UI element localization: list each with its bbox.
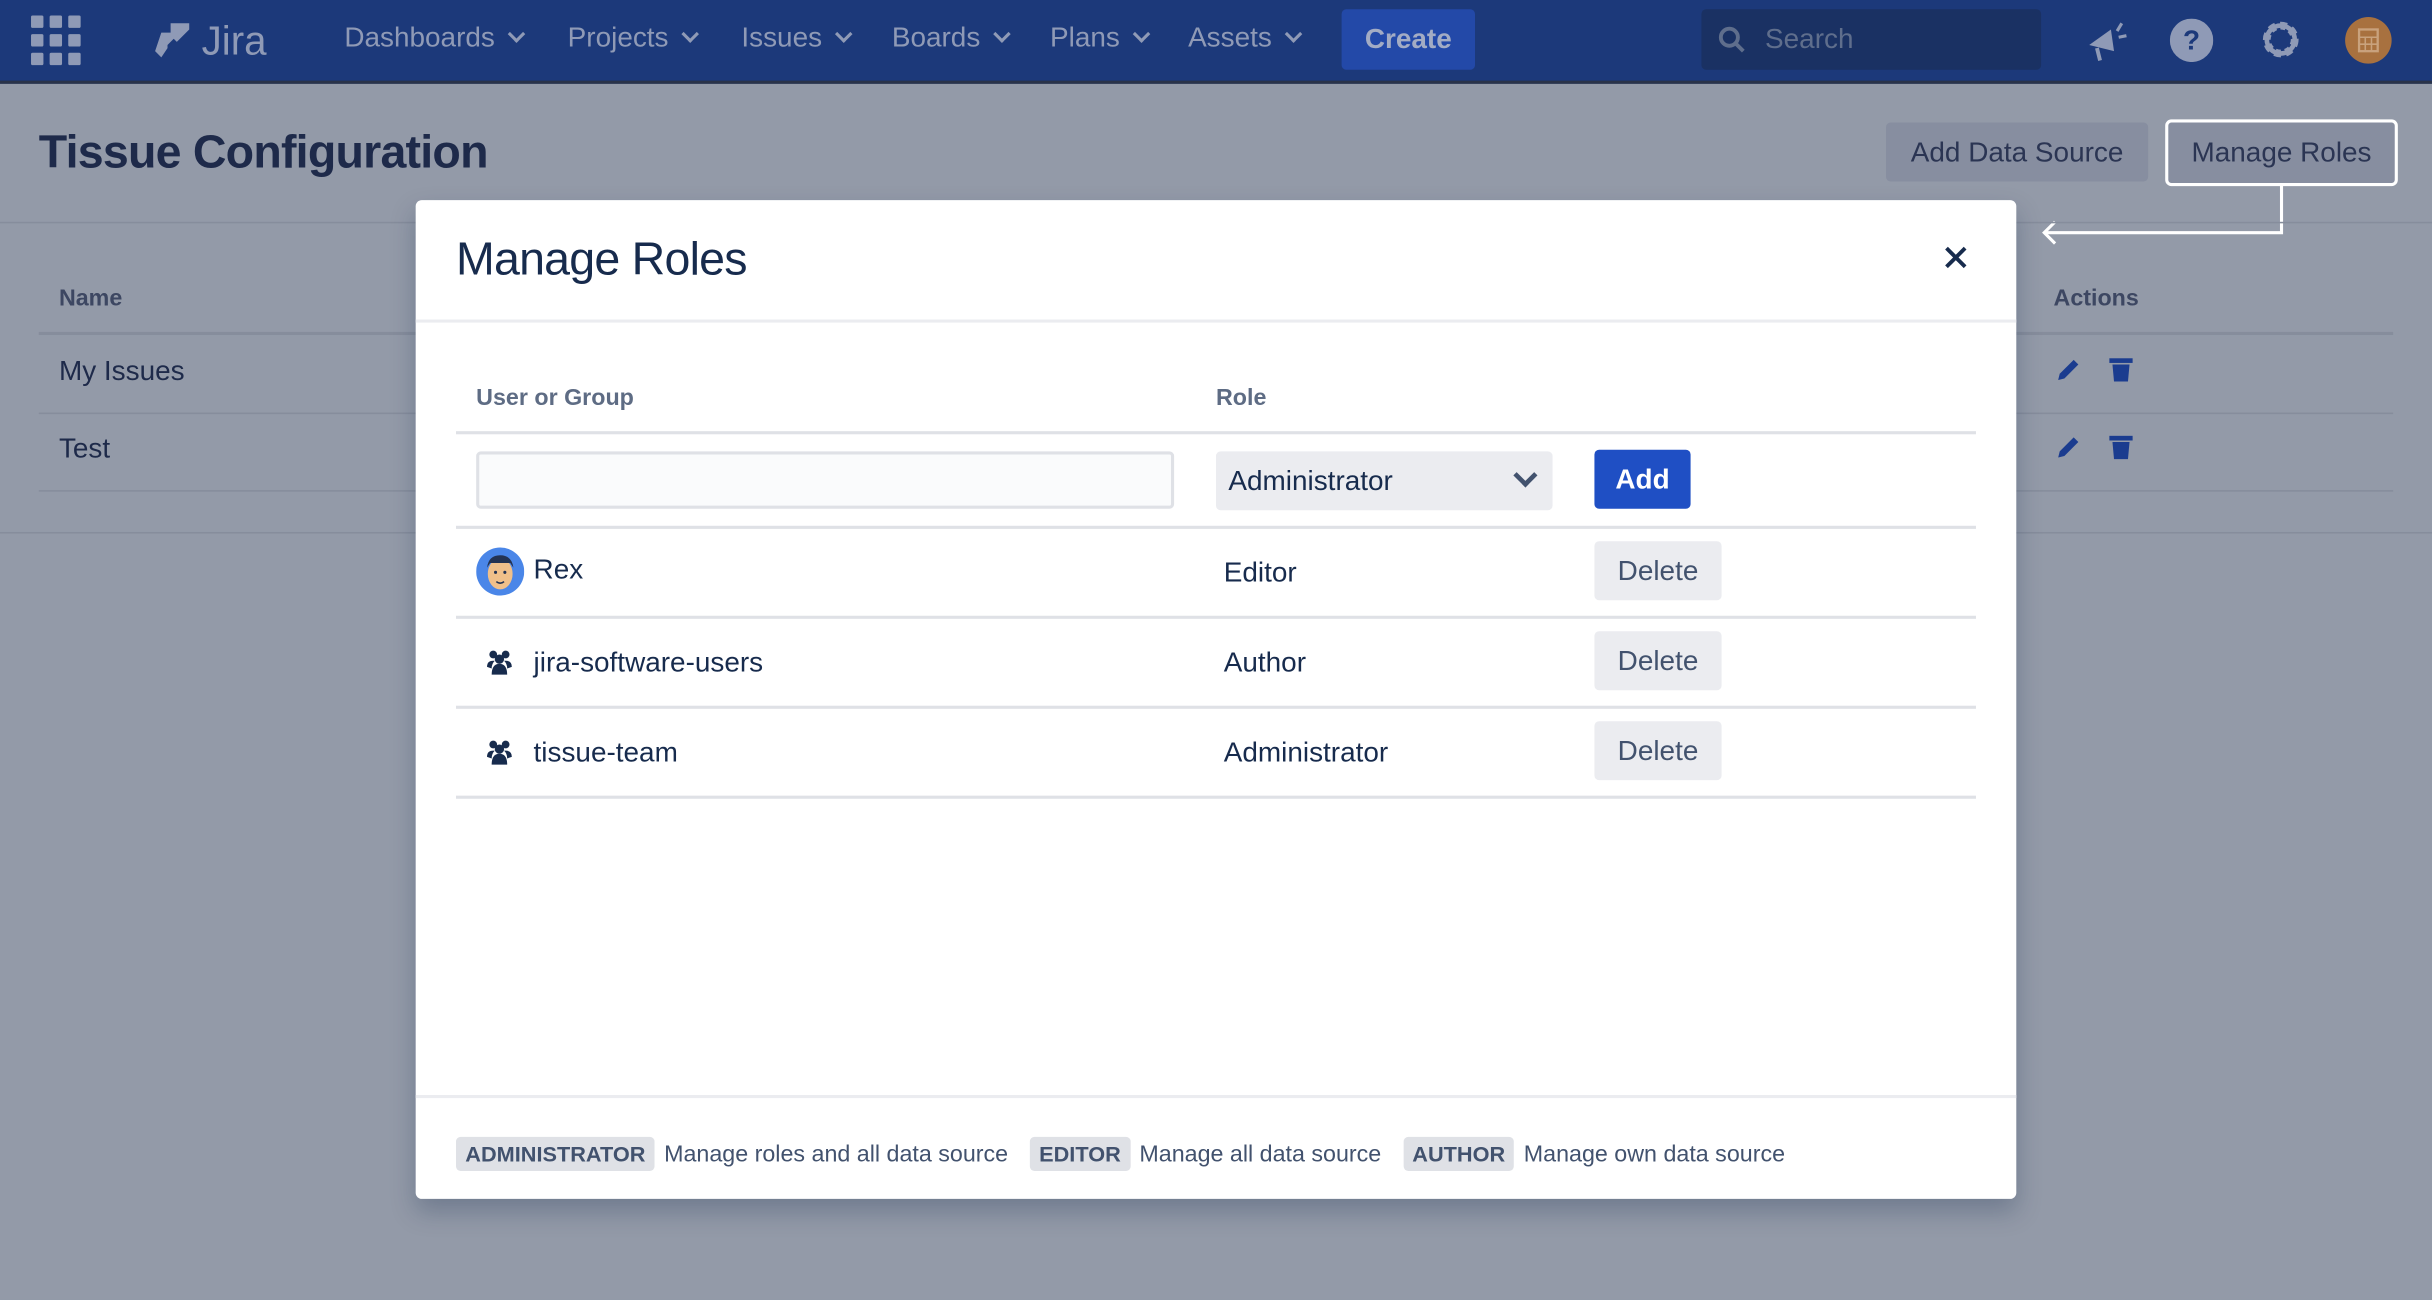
column-header-name: Name <box>58 285 123 312</box>
callout-arrow-icon <box>2042 184 2284 245</box>
page-title: Tissue Configuration <box>38 127 489 179</box>
modal-title: Manage Roles <box>455 234 748 286</box>
jira-logo-icon <box>155 23 190 58</box>
user-or-group-input[interactable] <box>476 451 1175 509</box>
avatar[interactable] <box>2345 17 2392 64</box>
role-description: Manage all data source <box>1139 1140 1382 1168</box>
nav-label: Boards <box>891 21 981 53</box>
member-name: Rex <box>533 553 584 585</box>
column-header-actions: Actions <box>2053 285 2139 312</box>
gear-icon[interactable] <box>2258 17 2303 62</box>
app-switcher-icon[interactable] <box>31 15 81 66</box>
chevron-down-icon <box>1132 25 1151 43</box>
add-data-source-button[interactable]: Add Data Source <box>1886 122 2149 182</box>
role-select[interactable]: Administrator <box>1215 451 1553 511</box>
column-header-user: User or Group <box>476 384 634 412</box>
role-badge-editor: EDITOR <box>1029 1136 1131 1172</box>
svg-text:?: ? <box>2183 25 2200 56</box>
search-icon <box>1718 26 1745 53</box>
help-icon[interactable]: ? <box>2169 18 2214 63</box>
add-button[interactable]: Add <box>1594 449 1691 509</box>
table-row-name[interactable]: Test <box>59 433 110 466</box>
member-name: jira-software-users <box>533 646 764 678</box>
megaphone-icon[interactable] <box>2083 17 2130 64</box>
search-placeholder: Search <box>1765 23 1854 55</box>
row-divider <box>455 705 1976 709</box>
delete-button[interactable]: Delete <box>1594 721 1722 781</box>
chevron-down-icon <box>835 25 853 43</box>
role-select-value: Administrator <box>1228 465 1393 497</box>
nav-projects[interactable]: Projects <box>567 21 700 55</box>
nav-boards[interactable]: Boards <box>891 21 1011 55</box>
chevron-down-icon <box>993 25 1011 43</box>
modal-footer-divider <box>415 1095 2017 1099</box>
group-icon <box>487 740 512 765</box>
row-divider <box>455 795 1976 799</box>
nav-label: Plans <box>1050 21 1120 53</box>
member-role: Author <box>1223 646 1307 678</box>
modal-header-divider <box>415 319 2017 323</box>
chevron-down-icon <box>1513 463 1538 488</box>
role-badge-administrator: ADMINISTRATOR <box>455 1136 655 1172</box>
nav-label: Dashboards <box>344 21 495 53</box>
nav-dashboards[interactable]: Dashboards <box>344 21 526 55</box>
trash-icon[interactable] <box>2108 433 2134 461</box>
nav-label: Assets <box>1188 21 1272 53</box>
screen: Jira Dashboards Projects Issues Boards P… <box>0 0 2432 1300</box>
delete-button[interactable]: Delete <box>1594 631 1722 691</box>
delete-button[interactable]: Delete <box>1594 541 1722 601</box>
nav-plans[interactable]: Plans <box>1050 21 1151 55</box>
member-role: Editor <box>1223 556 1297 588</box>
table-row-name[interactable]: My Issues <box>59 355 185 388</box>
row-divider <box>455 525 1976 529</box>
chevron-down-icon <box>507 25 526 43</box>
jira-logo[interactable]: Jira <box>152 16 267 66</box>
edit-icon[interactable] <box>2055 355 2083 383</box>
nav-assets[interactable]: Assets <box>1188 21 1303 55</box>
trash-icon[interactable] <box>2108 355 2134 383</box>
chevron-down-icon <box>1284 25 1303 43</box>
logo-text: Jira <box>201 16 267 63</box>
top-nav: Jira Dashboards Projects Issues Boards P… <box>0 0 2432 84</box>
role-badge-author: AUTHOR <box>1402 1136 1515 1172</box>
manage-roles-button[interactable]: Manage Roles <box>2165 119 2398 187</box>
nav-label: Projects <box>567 21 669 53</box>
manage-roles-modal: Manage Roles User or Group Role Administ… <box>415 200 2017 1199</box>
nav-issues[interactable]: Issues <box>741 21 853 55</box>
role-description: Manage roles and all data source <box>664 1140 1009 1168</box>
edit-icon[interactable] <box>2055 433 2083 461</box>
row-divider <box>455 615 1976 619</box>
user-avatar-rex <box>476 547 525 596</box>
group-icon <box>487 650 512 675</box>
member-role: Administrator <box>1223 736 1389 768</box>
header-divider <box>455 431 1976 435</box>
calculator-icon <box>2357 28 2379 53</box>
nav-label: Issues <box>741 21 823 53</box>
close-icon[interactable] <box>1943 245 1968 270</box>
role-description: Manage own data source <box>1523 1140 1786 1168</box>
member-name: tissue-team <box>533 736 678 768</box>
role-legend: ADMINISTRATOR Manage roles and all data … <box>455 1136 1807 1172</box>
chevron-down-icon <box>681 25 700 43</box>
create-button[interactable]: Create <box>1341 9 1476 70</box>
search-input[interactable]: Search <box>1701 9 2042 70</box>
column-header-role: Role <box>1215 384 1267 412</box>
